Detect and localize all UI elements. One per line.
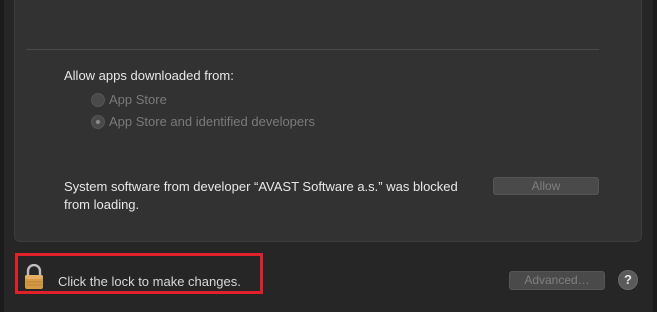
help-icon[interactable]: ?	[618, 270, 638, 290]
lock-icon[interactable]	[24, 263, 44, 290]
radio-label-app-store: App Store	[109, 92, 167, 107]
allow-apps-heading: Allow apps downloaded from:	[64, 68, 234, 83]
allow-button[interactable]: Allow	[493, 177, 599, 195]
radio-app-store-identified[interactable]: App Store and identified developers	[91, 114, 315, 129]
window-edge-right	[653, 0, 657, 312]
section-divider	[26, 49, 599, 50]
window-edge-left	[0, 0, 4, 312]
lock-instruction-label[interactable]: Click the lock to make changes.	[58, 274, 241, 289]
radio-label-app-store-identified: App Store and identified developers	[109, 114, 315, 129]
radio-button-app-store[interactable]	[91, 92, 105, 107]
advanced-button[interactable]: Advanced…	[509, 271, 605, 290]
blocked-software-message: System software from developer “AVAST So…	[64, 179, 458, 212]
radio-app-store[interactable]: App Store	[91, 92, 167, 107]
radio-button-app-store-identified[interactable]	[91, 114, 105, 129]
